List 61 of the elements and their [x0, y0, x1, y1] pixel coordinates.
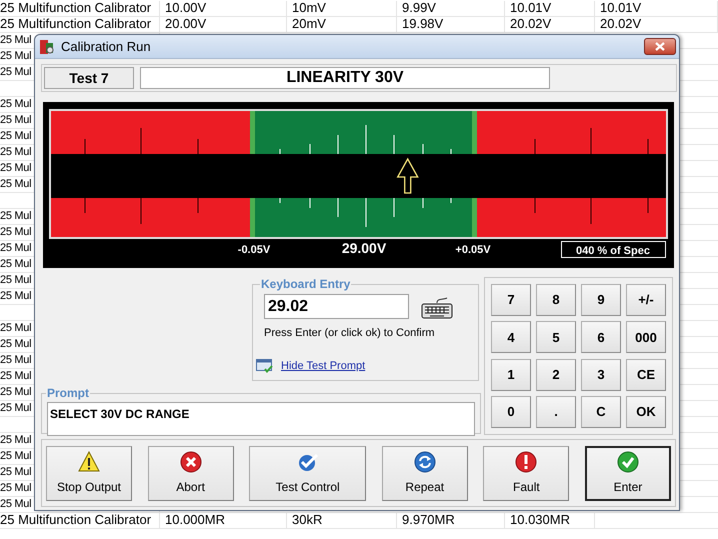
table-cell: 20.02V: [505, 17, 595, 32]
action-button[interactable]: Repeat: [382, 446, 468, 500]
table-cell: 25 Multifunction Calibrator: [0, 17, 160, 32]
table-cell: 30kR: [287, 513, 397, 528]
prompt-text: SELECT 30V DC RANGE: [47, 402, 475, 436]
table-cell: 20.00V: [160, 17, 287, 32]
action-button[interactable]: Enter: [584, 446, 671, 500]
table-cell: 10mV: [287, 1, 397, 16]
action-button[interactable]: Test Control: [249, 446, 366, 500]
spec-readout: 040 % of Spec: [561, 241, 666, 258]
exclamation-icon: [515, 450, 538, 472]
entry-hint: Press Enter (or click ok) to Confirm: [264, 326, 436, 341]
keypad-key[interactable]: 2: [536, 358, 576, 390]
close-button[interactable]: [644, 38, 676, 55]
action-button[interactable]: Fault: [483, 446, 570, 500]
refresh-icon: [414, 450, 436, 472]
close-icon: [655, 42, 665, 51]
test-name-field: LINEARITY 30V: [140, 67, 550, 89]
keypad-key[interactable]: 3: [581, 358, 621, 390]
action-button[interactable]: Stop Output: [46, 446, 132, 500]
panel-label: Keyboard Entry: [260, 276, 352, 293]
checkmark-icon: [616, 450, 639, 472]
table-cell: 9.970MR: [397, 513, 505, 528]
table-cell: 10.01V: [595, 1, 718, 16]
table-cell: 10.000MR: [160, 513, 287, 528]
table-cell: 25 Multifunction Calibrator: [0, 513, 160, 528]
keypad-key[interactable]: 8: [536, 284, 576, 316]
keypad-key[interactable]: 7: [491, 284, 531, 316]
keypad-key[interactable]: 1: [491, 358, 531, 390]
hide-prompt-link[interactable]: Hide Test Prompt: [281, 358, 366, 374]
table-cell: 10.01V: [505, 1, 595, 16]
warning-icon: [78, 450, 100, 472]
table-cell: 9.99V: [397, 1, 505, 16]
keypad-key[interactable]: 6: [581, 321, 621, 354]
upper-limit-label: +0.05V: [455, 244, 491, 256]
table-cell: 20.02V: [595, 17, 718, 32]
table-cell: 20mV: [287, 17, 397, 32]
keypad-key[interactable]: 9: [581, 284, 621, 316]
keypad-key[interactable]: C: [581, 396, 621, 428]
keypad-key[interactable]: 0: [491, 396, 531, 428]
panel-label: Prompt: [46, 385, 90, 402]
app-icon: [39, 38, 55, 54]
keypad-key[interactable]: .: [536, 396, 576, 428]
window-check-icon: [256, 358, 273, 373]
keypad-key[interactable]: CE: [626, 358, 666, 390]
entry-field[interactable]: 29.02: [264, 294, 409, 319]
keypad-key[interactable]: 5: [536, 321, 576, 354]
table-cell: 10.00V: [160, 1, 287, 16]
keypad-key[interactable]: 000: [626, 321, 666, 354]
test-number-label: Test 7: [44, 67, 134, 89]
table-cell: 10.030MR: [505, 513, 595, 528]
keypad-key[interactable]: +/-: [626, 284, 666, 316]
table-cell: 25 Multifunction Calibrator: [0, 1, 160, 16]
keypad-key[interactable]: 4: [491, 321, 531, 354]
keyboard-icon[interactable]: [421, 294, 453, 318]
table-cell: 19.98V: [397, 17, 505, 32]
lower-limit-label: -0.05V: [238, 244, 270, 256]
keypad-key[interactable]: OK: [626, 396, 666, 428]
cancel-icon: [180, 450, 202, 472]
nominal-value: 29.00V: [342, 240, 386, 256]
action-button[interactable]: Abort: [148, 446, 234, 500]
